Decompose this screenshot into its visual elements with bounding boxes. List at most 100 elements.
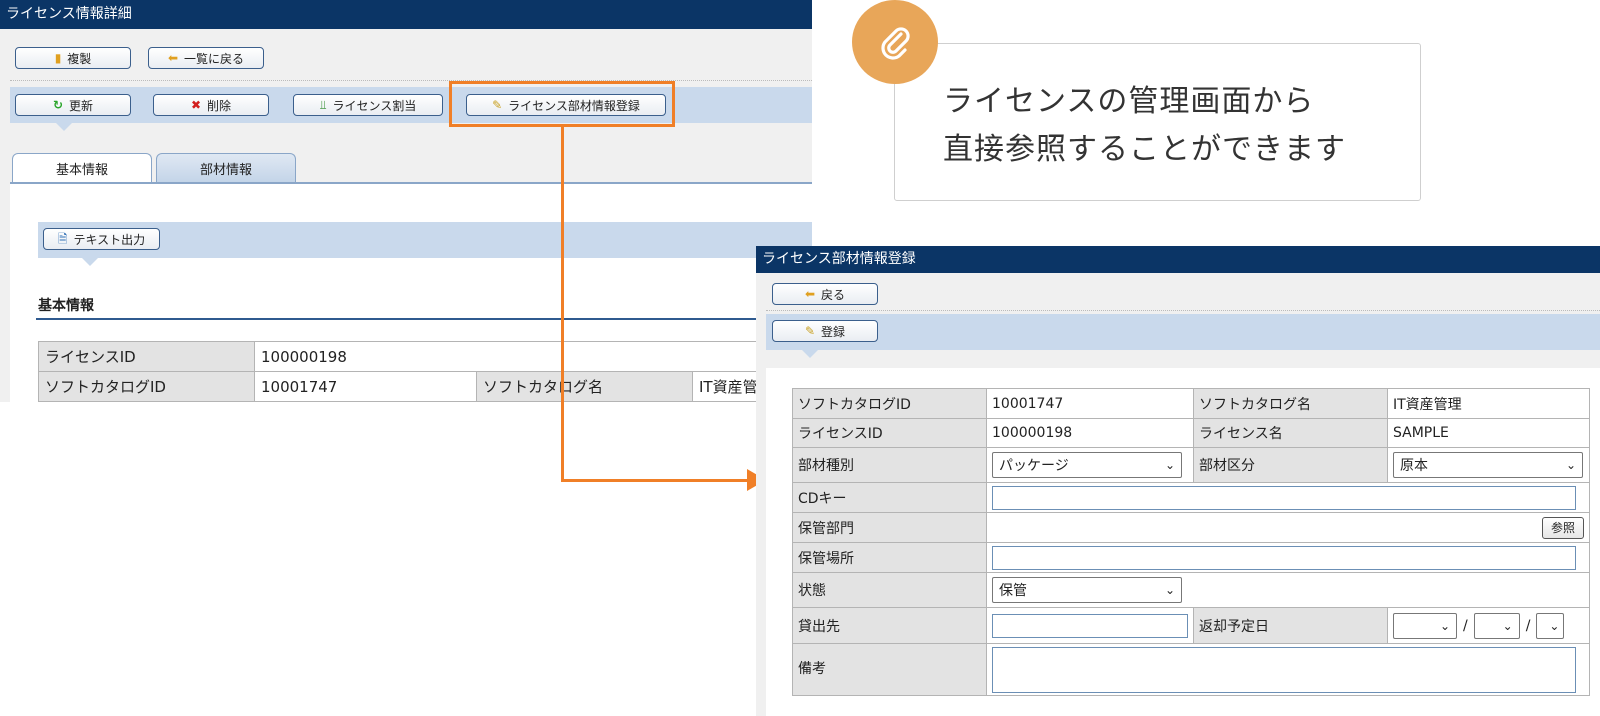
soft-catalog-name-value: IT資産管理 bbox=[1387, 388, 1590, 419]
part-category-cell: 原本 ⌄ bbox=[1387, 447, 1590, 483]
status-select[interactable]: 保管 ⌄ bbox=[992, 577, 1182, 603]
chevron-down-icon: ⌄ bbox=[1565, 458, 1576, 472]
license-id-label: ライセンスID bbox=[38, 341, 255, 372]
license-name-value: SAMPLE bbox=[1387, 418, 1590, 448]
status-label: 状態 bbox=[792, 572, 987, 608]
table-row: ソフトカタログID 10001747 ソフトカタログ名 IT資産管理 bbox=[792, 388, 1590, 419]
soft-catalog-id-value: 10001747 bbox=[986, 388, 1194, 419]
section-underline bbox=[36, 318, 812, 320]
license-parts-register-window: ライセンス部材情報登録 ⬅ 戻る ✎ 登録 ソフトカタログID 10001747… bbox=[756, 246, 1600, 716]
chevron-down-icon: ⌄ bbox=[1439, 618, 1450, 633]
back-to-list-label: 一覧に戻る bbox=[184, 51, 245, 66]
chevron-down-icon: ⌄ bbox=[1164, 583, 1175, 597]
chevron-down-icon: ⌄ bbox=[1164, 458, 1175, 472]
license-assign-label: ライセンス割当 bbox=[332, 98, 417, 113]
chevron-down-icon: ⌄ bbox=[1549, 618, 1560, 633]
soft-catalog-name-label: ソフトカタログ名 bbox=[476, 371, 693, 402]
export-bar-notch bbox=[82, 258, 98, 266]
remarks-label: 備考 bbox=[792, 643, 987, 696]
license-assign-button[interactable]: ⫫ ライセンス割当 bbox=[293, 94, 443, 116]
action-bar-notch bbox=[56, 123, 72, 131]
date-separator: / bbox=[1463, 617, 1468, 634]
part-category-select[interactable]: 原本 ⌄ bbox=[1393, 452, 1583, 478]
return-date-label: 返却予定日 bbox=[1193, 607, 1388, 644]
arrow-left-icon: ⬅ bbox=[167, 51, 179, 65]
storage-place-cell bbox=[986, 542, 1590, 573]
return-month-select[interactable]: ⌄ bbox=[1473, 612, 1520, 639]
soft-catalog-id-label: ソフトカタログID bbox=[38, 371, 255, 402]
window-title: ライセンス部材情報登録 bbox=[756, 246, 1600, 273]
back-button[interactable]: ⬅ 戻る bbox=[772, 283, 878, 305]
lend-to-cell bbox=[986, 607, 1194, 644]
arrow-left-icon: ⬅ bbox=[804, 287, 816, 301]
callout-line-1: ライセンスの管理画面から bbox=[943, 84, 1315, 119]
table-row: ライセンスID 100000198 ライセンス名 SAMPLE bbox=[792, 418, 1590, 448]
update-button[interactable]: ↻ 更新 bbox=[15, 94, 131, 116]
chevron-down-icon: ⌄ bbox=[1502, 618, 1513, 633]
return-date-group: ⌄ / ⌄ / ⌄ bbox=[1393, 612, 1584, 639]
part-type-select[interactable]: パッケージ ⌄ bbox=[992, 452, 1182, 478]
remarks-cell bbox=[986, 643, 1590, 696]
divider bbox=[766, 310, 1600, 311]
parts-register-form: ソフトカタログID 10001747 ソフトカタログ名 IT資産管理 ライセンス… bbox=[792, 388, 1590, 696]
action-bar-notch bbox=[802, 350, 818, 358]
register-label: 登録 bbox=[821, 324, 846, 339]
table-row: ライセンスID 100000198 bbox=[38, 341, 812, 372]
storage-dept-cell: 参照 bbox=[986, 512, 1590, 543]
connector-line-vertical bbox=[561, 127, 564, 482]
text-export-button[interactable]: 🗎 テキスト出力 bbox=[43, 228, 160, 250]
storage-place-input[interactable] bbox=[992, 545, 1576, 570]
part-type-value: パッケージ bbox=[999, 458, 1069, 474]
lend-to-label: 貸出先 bbox=[792, 607, 987, 644]
delete-button[interactable]: ✖ 削除 bbox=[153, 94, 269, 116]
date-separator: / bbox=[1525, 617, 1531, 634]
divider bbox=[10, 80, 812, 81]
cd-key-cell bbox=[986, 482, 1590, 513]
register-button[interactable]: ✎ 登録 bbox=[772, 320, 878, 342]
lend-to-input[interactable] bbox=[992, 613, 1188, 638]
part-type-label: 部材種別 bbox=[792, 447, 987, 483]
tab-panel-border bbox=[10, 182, 812, 184]
highlight-box bbox=[449, 81, 675, 127]
table-row: CDキー bbox=[792, 482, 1590, 513]
storage-dept-label: 保管部門 bbox=[792, 512, 987, 543]
cd-key-label: CDキー bbox=[792, 482, 987, 513]
paperclip-icon bbox=[852, 0, 938, 84]
cd-key-input[interactable] bbox=[992, 485, 1576, 510]
table-row: 部材種別 パッケージ ⌄ 部材区分 原本 ⌄ bbox=[792, 447, 1590, 483]
part-category-value: 原本 bbox=[1400, 458, 1428, 474]
table-row: 貸出先 返却予定日 ⌄ / ⌄ / ⌄ bbox=[792, 607, 1590, 644]
remarks-textarea[interactable] bbox=[992, 646, 1576, 693]
tree-icon: ⫫ bbox=[319, 98, 327, 112]
table-row: 保管場所 bbox=[792, 542, 1590, 573]
license-id-value: 100000198 bbox=[986, 418, 1194, 448]
soft-catalog-id-label: ソフトカタログID bbox=[792, 388, 987, 419]
action-bar bbox=[766, 314, 1600, 358]
callout-text: ライセンスの管理画面から 直接参照することができます bbox=[943, 78, 1346, 174]
license-id-label: ライセンスID bbox=[792, 418, 987, 448]
section-title: 基本情報 bbox=[38, 298, 94, 314]
status-cell: 保管 ⌄ bbox=[986, 572, 1590, 608]
license-info-table: ライセンスID 100000198 ソフトカタログID 10001747 ソフト… bbox=[38, 341, 812, 402]
license-id-value: 100000198 bbox=[254, 341, 812, 372]
delete-label: 削除 bbox=[207, 98, 232, 113]
return-day-select[interactable]: ⌄ bbox=[1536, 612, 1565, 639]
return-date-cell: ⌄ / ⌄ / ⌄ bbox=[1387, 607, 1590, 644]
reference-button[interactable]: 参照 bbox=[1541, 516, 1584, 539]
part-category-label: 部材区分 bbox=[1193, 447, 1388, 483]
tab-basic-info-label: 基本情報 bbox=[55, 163, 108, 178]
copy-icon: ▮ bbox=[54, 51, 62, 65]
tab-basic-info[interactable]: 基本情報 bbox=[12, 153, 152, 183]
table-row: 備考 bbox=[792, 643, 1590, 696]
storage-place-label: 保管場所 bbox=[792, 542, 987, 573]
update-label: 更新 bbox=[69, 98, 94, 113]
duplicate-button[interactable]: ▮ 複製 bbox=[15, 47, 131, 69]
license-name-label: ライセンス名 bbox=[1193, 418, 1388, 448]
callout-line-2: 直接参照することができます bbox=[943, 132, 1346, 167]
soft-catalog-id-value: 10001747 bbox=[254, 371, 477, 402]
tab-parts-info[interactable]: 部材情報 bbox=[156, 153, 296, 183]
return-year-select[interactable]: ⌄ bbox=[1393, 612, 1457, 639]
tab-parts-info-label: 部材情報 bbox=[199, 163, 252, 178]
back-to-list-button[interactable]: ⬅ 一覧に戻る bbox=[148, 47, 264, 69]
window-title: ライセンス情報詳細 bbox=[0, 0, 812, 29]
